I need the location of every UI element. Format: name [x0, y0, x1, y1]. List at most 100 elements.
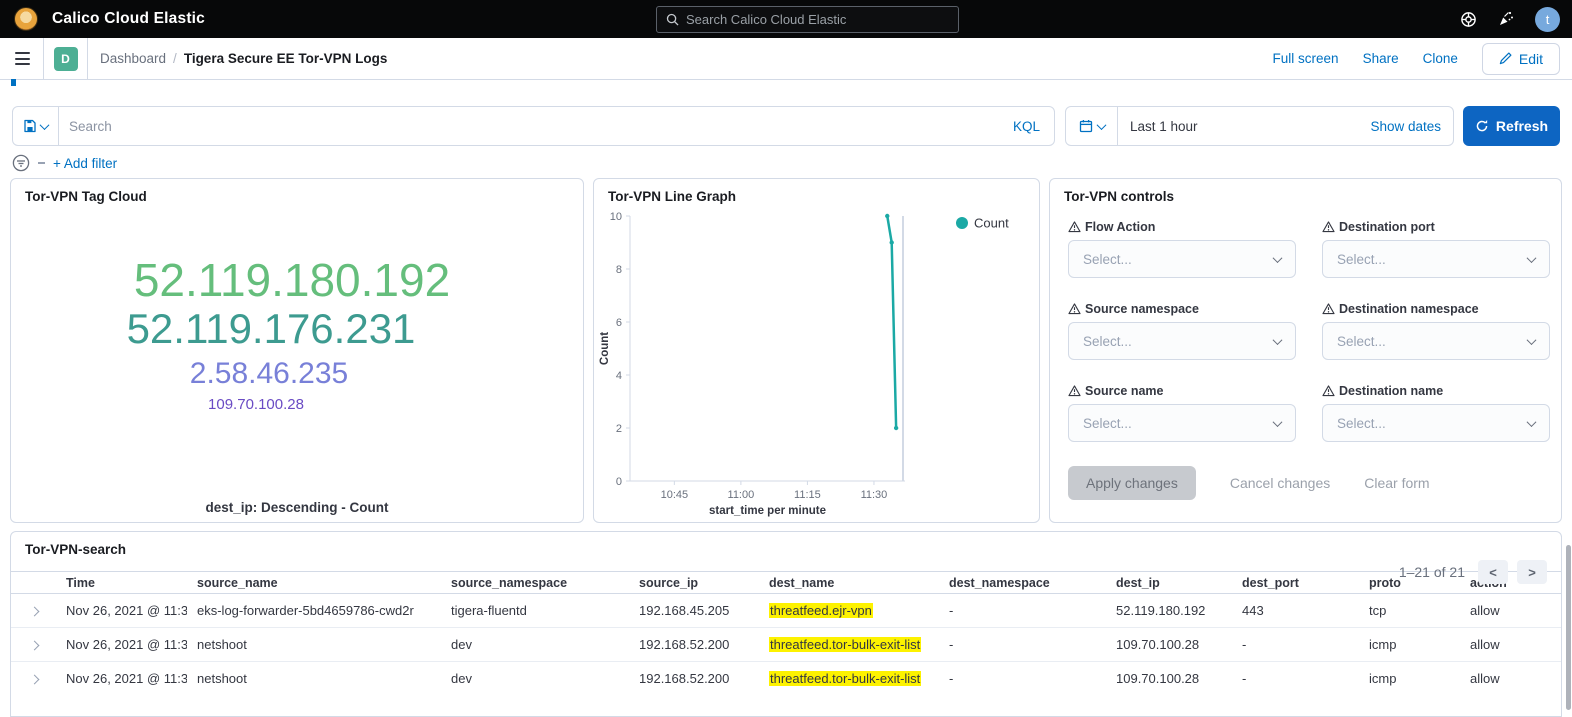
column-header-dest_name[interactable]: dest_name [759, 572, 939, 594]
tag-cloud-term[interactable]: 52.119.180.192 [134, 253, 450, 307]
search-table-title: Tor-VPN-search [11, 532, 1561, 557]
controls-title: Tor-VPN controls [1050, 179, 1561, 204]
tag-cloud-term[interactable]: 52.119.176.231 [127, 305, 416, 353]
warning-icon [1322, 385, 1335, 397]
controls-panel: Tor-VPN controls Flow Action Select... De… [1049, 178, 1562, 523]
column-header-dest_namespace[interactable]: dest_namespace [939, 572, 1106, 594]
date-picker-menu-button[interactable] [1066, 107, 1118, 145]
menu-hamburger-icon[interactable] [0, 38, 44, 80]
refresh-button[interactable]: Refresh [1463, 106, 1560, 146]
control-select[interactable]: Select... [1322, 322, 1550, 360]
clear-form-button[interactable]: Clear form [1364, 475, 1429, 491]
filter-icon[interactable] [12, 154, 30, 172]
column-header-dest_port[interactable]: dest_port [1232, 572, 1359, 594]
control-field-label: Destination namespace [1322, 302, 1550, 316]
column-header-source_namespace[interactable]: source_namespace [441, 572, 629, 594]
control-select[interactable]: Select... [1068, 322, 1296, 360]
warning-icon [1068, 385, 1081, 397]
global-header: Calico Cloud Elastic t [0, 0, 1572, 38]
x-axis-label: start_time per minute [709, 505, 826, 517]
global-search[interactable] [656, 6, 959, 33]
chevron-down-icon [1273, 417, 1283, 427]
chevron-down-icon [1096, 120, 1106, 130]
table-row: Nov 26, 2021 @ 11:35:04.000netshootdev19… [11, 628, 1561, 662]
breadcrumb-separator: / [173, 51, 177, 66]
column-header-dest_ip[interactable]: dest_ip [1106, 572, 1232, 594]
apply-changes-button[interactable]: Apply changes [1068, 466, 1196, 500]
chevron-down-icon [1527, 335, 1537, 345]
control-select[interactable]: Select... [1322, 404, 1550, 442]
svg-text:11:30: 11:30 [861, 489, 888, 501]
table-row: Nov 26, 2021 @ 11:35:04.000eks-log-forwa… [11, 594, 1561, 628]
saved-query-menu-button[interactable] [13, 107, 59, 145]
warning-icon [1322, 303, 1335, 315]
logs-table: Timesource_namesource_namespacesource_ip… [11, 571, 1561, 696]
line-graph-panel: Tor-VPN Line Graph 024681010:4511:0011:1… [593, 178, 1040, 523]
expand-row-icon[interactable] [30, 675, 40, 685]
svg-text:10:45: 10:45 [661, 489, 689, 501]
filter-divider [38, 162, 45, 164]
kql-switch[interactable]: KQL [1013, 119, 1040, 134]
column-header-source_name[interactable]: source_name [187, 572, 441, 594]
show-dates-link[interactable]: Show dates [1370, 119, 1441, 134]
prev-page-button[interactable]: < [1478, 560, 1508, 584]
search-icon [666, 13, 679, 26]
control-select[interactable]: Select... [1322, 240, 1550, 278]
page-title: Tigera Secure EE Tor-VPN Logs [184, 51, 388, 66]
warning-icon [1068, 221, 1081, 233]
svg-text:11:00: 11:00 [728, 489, 755, 501]
legend-label[interactable]: Count [974, 216, 1009, 231]
expand-row-icon[interactable] [30, 607, 40, 617]
full-screen-link[interactable]: Full screen [1273, 51, 1339, 66]
control-field-label: Destination name [1322, 384, 1550, 398]
focus-tick [11, 79, 16, 86]
calico-logo-icon[interactable] [14, 7, 38, 31]
cancel-changes-button[interactable]: Cancel changes [1230, 475, 1330, 491]
avatar[interactable]: t [1535, 7, 1560, 32]
calendar-icon [1079, 119, 1093, 133]
svg-text:2: 2 [616, 423, 622, 435]
dashboard-badge[interactable]: D [54, 47, 78, 71]
line-graph-title: Tor-VPN Line Graph [594, 179, 1039, 204]
breadcrumb-dashboard[interactable]: Dashboard [100, 51, 166, 66]
share-link[interactable]: Share [1363, 51, 1399, 66]
tag-cloud-term[interactable]: 109.70.100.28 [208, 396, 304, 413]
date-picker: Last 1 hour Show dates [1065, 106, 1454, 146]
tag-cloud-term[interactable]: 2.58.46.235 [190, 357, 348, 391]
add-filter-link[interactable]: + Add filter [53, 156, 117, 171]
pencil-icon [1499, 52, 1512, 65]
control-select[interactable]: Select... [1068, 240, 1296, 278]
tag-cloud-panel: Tor-VPN Tag Cloud 52.119.180.19252.119.1… [10, 178, 584, 523]
warning-icon [1322, 221, 1335, 233]
saved-query-icon [23, 119, 37, 133]
pagination: 1–21 of 21 < > [1399, 560, 1547, 584]
highlighted-value: threatfeed.tor-bulk-exit-list [769, 671, 921, 686]
column-header-source_ip[interactable]: source_ip [629, 572, 759, 594]
control-field-label: Source name [1068, 384, 1296, 398]
help-ring-icon[interactable] [1460, 11, 1477, 28]
chevron-down-icon [1273, 335, 1283, 345]
control-select[interactable]: Select... [1068, 404, 1296, 442]
control-field-label: Flow Action [1068, 220, 1296, 234]
expand-row-icon[interactable] [30, 641, 40, 651]
line-chart: 024681010:4511:0011:1511:30Countstart_ti… [594, 207, 1039, 520]
clone-link[interactable]: Clone [1423, 51, 1458, 66]
svg-text:0: 0 [616, 476, 622, 488]
y-axis-label: Count [599, 332, 611, 365]
next-page-button[interactable]: > [1517, 560, 1547, 584]
chevron-down-icon [40, 120, 50, 130]
global-search-input[interactable] [686, 12, 936, 27]
highlighted-value: threatfeed.ejr-vpn [769, 603, 873, 618]
column-header-expander[interactable] [11, 572, 56, 594]
svg-text:11:15: 11:15 [794, 489, 821, 501]
legend-dot[interactable] [956, 217, 968, 229]
query-bar: KQL [12, 106, 1055, 146]
scrollbar[interactable] [1566, 545, 1571, 710]
edit-button[interactable]: Edit [1482, 43, 1560, 75]
search-input[interactable] [69, 119, 1013, 134]
chevron-down-icon [1273, 253, 1283, 263]
column-header-time[interactable]: Time [56, 572, 187, 594]
time-range-value[interactable]: Last 1 hour [1130, 119, 1370, 134]
table-row: Nov 26, 2021 @ 11:34:54.000netshootdev19… [11, 662, 1561, 696]
news-party-popper-icon[interactable] [1497, 10, 1515, 28]
